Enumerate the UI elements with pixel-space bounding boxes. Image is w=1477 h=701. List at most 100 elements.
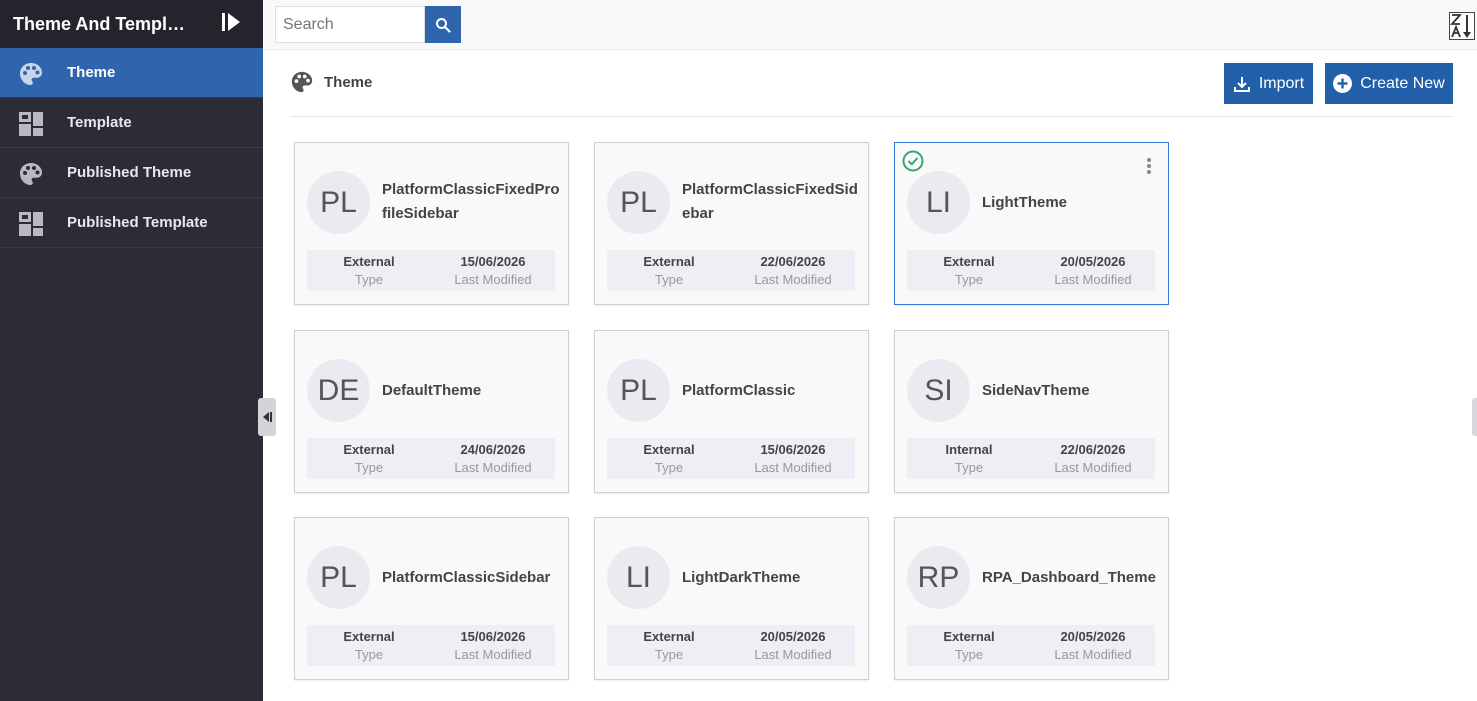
- plus-circle-icon: [1333, 74, 1353, 93]
- content-header: Theme Import Create New: [290, 50, 1453, 117]
- modified-label: Last Modified: [454, 272, 532, 287]
- modified-value: 22/06/2026: [760, 254, 826, 269]
- card-meta: External Type 22/06/2026 Last Modified: [607, 250, 855, 291]
- sidebar-header: Theme And Templ…: [0, 0, 263, 48]
- card-title: SideNavTheme: [982, 382, 1090, 399]
- type-value: External: [643, 629, 695, 644]
- collapse-handle[interactable]: [258, 398, 276, 436]
- theme-card[interactable]: LI LightTheme External Type 20/05/2026 L…: [894, 142, 1169, 305]
- sidebar-item-label: Published Template: [67, 214, 208, 231]
- top-bar: [263, 0, 1477, 50]
- type-value: External: [643, 254, 695, 269]
- card-meta: External Type 15/06/2026 Last Modified: [607, 438, 855, 479]
- modified-column: 15/06/2026 Last Modified: [431, 253, 555, 289]
- avatar: DE: [307, 359, 370, 422]
- type-label: Type: [354, 460, 384, 475]
- type-column: External Type: [307, 253, 431, 289]
- modified-value: 20/05/2026: [1060, 254, 1126, 269]
- type-column: External Type: [607, 628, 731, 664]
- card-title: LightDarkTheme: [682, 569, 801, 586]
- theme-card[interactable]: PL PlatformClassic External Type 15/06/2…: [594, 330, 869, 493]
- avatar: SI: [907, 359, 970, 422]
- import-button[interactable]: Import: [1224, 63, 1313, 104]
- type-column: External Type: [307, 441, 431, 477]
- type-label: Type: [954, 647, 984, 662]
- type-column: External Type: [907, 253, 1031, 289]
- avatar: PL: [607, 171, 670, 234]
- sort-icon[interactable]: [1449, 12, 1475, 40]
- import-label: Import: [1258, 74, 1305, 92]
- theme-card[interactable]: PL PlatformClassicSidebar External Type …: [294, 517, 569, 680]
- sidebar-item-template[interactable]: Template: [0, 98, 263, 148]
- sidebar-item-published-template[interactable]: Published Template: [0, 198, 263, 248]
- modified-label: Last Modified: [1054, 460, 1132, 475]
- create-new-button[interactable]: Create New: [1325, 63, 1453, 104]
- type-column: Internal Type: [907, 441, 1031, 477]
- type-label: Type: [954, 272, 984, 287]
- collapse-sidebar-icon[interactable]: [220, 11, 242, 33]
- type-value: External: [643, 442, 695, 457]
- collapse-left-icon: [263, 412, 272, 422]
- sidebar-item-published-theme[interactable]: Published Theme: [0, 148, 263, 198]
- type-value: External: [343, 442, 395, 457]
- avatar: PL: [307, 546, 370, 609]
- search-icon: [436, 17, 451, 33]
- modified-label: Last Modified: [754, 647, 832, 662]
- modified-column: 20/05/2026 Last Modified: [1031, 628, 1155, 664]
- theme-card[interactable]: LI LightDarkTheme External Type 20/05/20…: [594, 517, 869, 680]
- modified-label: Last Modified: [454, 647, 532, 662]
- modified-column: 22/06/2026 Last Modified: [731, 253, 855, 289]
- type-value: External: [943, 629, 995, 644]
- type-label: Type: [654, 647, 684, 662]
- type-value: External: [343, 629, 395, 644]
- search-button[interactable]: [425, 6, 461, 43]
- search-input[interactable]: [275, 6, 425, 43]
- sidebar-item-theme[interactable]: Theme: [0, 48, 263, 98]
- card-title: LightTheme: [982, 194, 1067, 211]
- sidebar-item-label: Template: [67, 114, 132, 131]
- type-label: Type: [354, 647, 384, 662]
- sidebar-item-label: Theme: [67, 64, 116, 81]
- type-value: External: [343, 254, 395, 269]
- theme-card[interactable]: PL PlatformClassicFixedSidebar External …: [594, 142, 869, 305]
- card-title: PlatformClassicSidebar: [382, 569, 551, 586]
- theme-card[interactable]: SI SideNavTheme Internal Type 22/06/2026…: [894, 330, 1169, 493]
- theme-card[interactable]: RP RPA_Dashboard_Theme External Type 20/…: [894, 517, 1169, 680]
- modified-label: Last Modified: [754, 272, 832, 287]
- modified-column: 20/05/2026 Last Modified: [731, 628, 855, 664]
- more-options-icon[interactable]: [1146, 157, 1152, 175]
- modified-column: 15/06/2026 Last Modified: [731, 441, 855, 477]
- type-label: Type: [654, 272, 684, 287]
- theme-card[interactable]: PL PlatformClassicFixedProfileSidebar Ex…: [294, 142, 569, 305]
- create-new-label: Create New: [1360, 74, 1445, 92]
- modified-value: 20/05/2026: [760, 629, 826, 644]
- modified-label: Last Modified: [754, 460, 832, 475]
- type-column: External Type: [607, 253, 731, 289]
- modified-value: 24/06/2026: [460, 442, 526, 457]
- type-column: External Type: [307, 628, 431, 664]
- modified-value: 22/06/2026: [1060, 442, 1126, 457]
- theme-card[interactable]: DE DefaultTheme External Type 24/06/2026…: [294, 330, 569, 493]
- card-meta: External Type 20/05/2026 Last Modified: [907, 250, 1155, 291]
- palette-icon: [20, 163, 42, 185]
- modified-column: 15/06/2026 Last Modified: [431, 628, 555, 664]
- card-meta: External Type 24/06/2026 Last Modified: [307, 438, 555, 479]
- card-title: DefaultTheme: [382, 382, 482, 399]
- type-column: External Type: [907, 628, 1031, 664]
- modified-column: 22/06/2026 Last Modified: [1031, 441, 1155, 477]
- right-panel-handle[interactable]: [1472, 398, 1477, 436]
- modified-value: 15/06/2026: [760, 442, 826, 457]
- modified-value: 15/06/2026: [460, 254, 526, 269]
- avatar: LI: [607, 546, 670, 609]
- avatar: RP: [907, 546, 970, 609]
- card-meta: External Type 20/05/2026 Last Modified: [607, 625, 855, 666]
- sidebar-item-label: Published Theme: [67, 164, 192, 181]
- app-title: Theme And Templ…: [13, 13, 186, 34]
- palette-icon: [20, 63, 42, 85]
- card-meta: External Type 15/06/2026 Last Modified: [307, 625, 555, 666]
- card-meta: External Type 20/05/2026 Last Modified: [907, 625, 1155, 666]
- type-label: Type: [654, 460, 684, 475]
- download-icon: [1233, 76, 1250, 92]
- template-icon: [19, 212, 43, 236]
- card-title: RPA_Dashboard_Theme: [982, 569, 1156, 586]
